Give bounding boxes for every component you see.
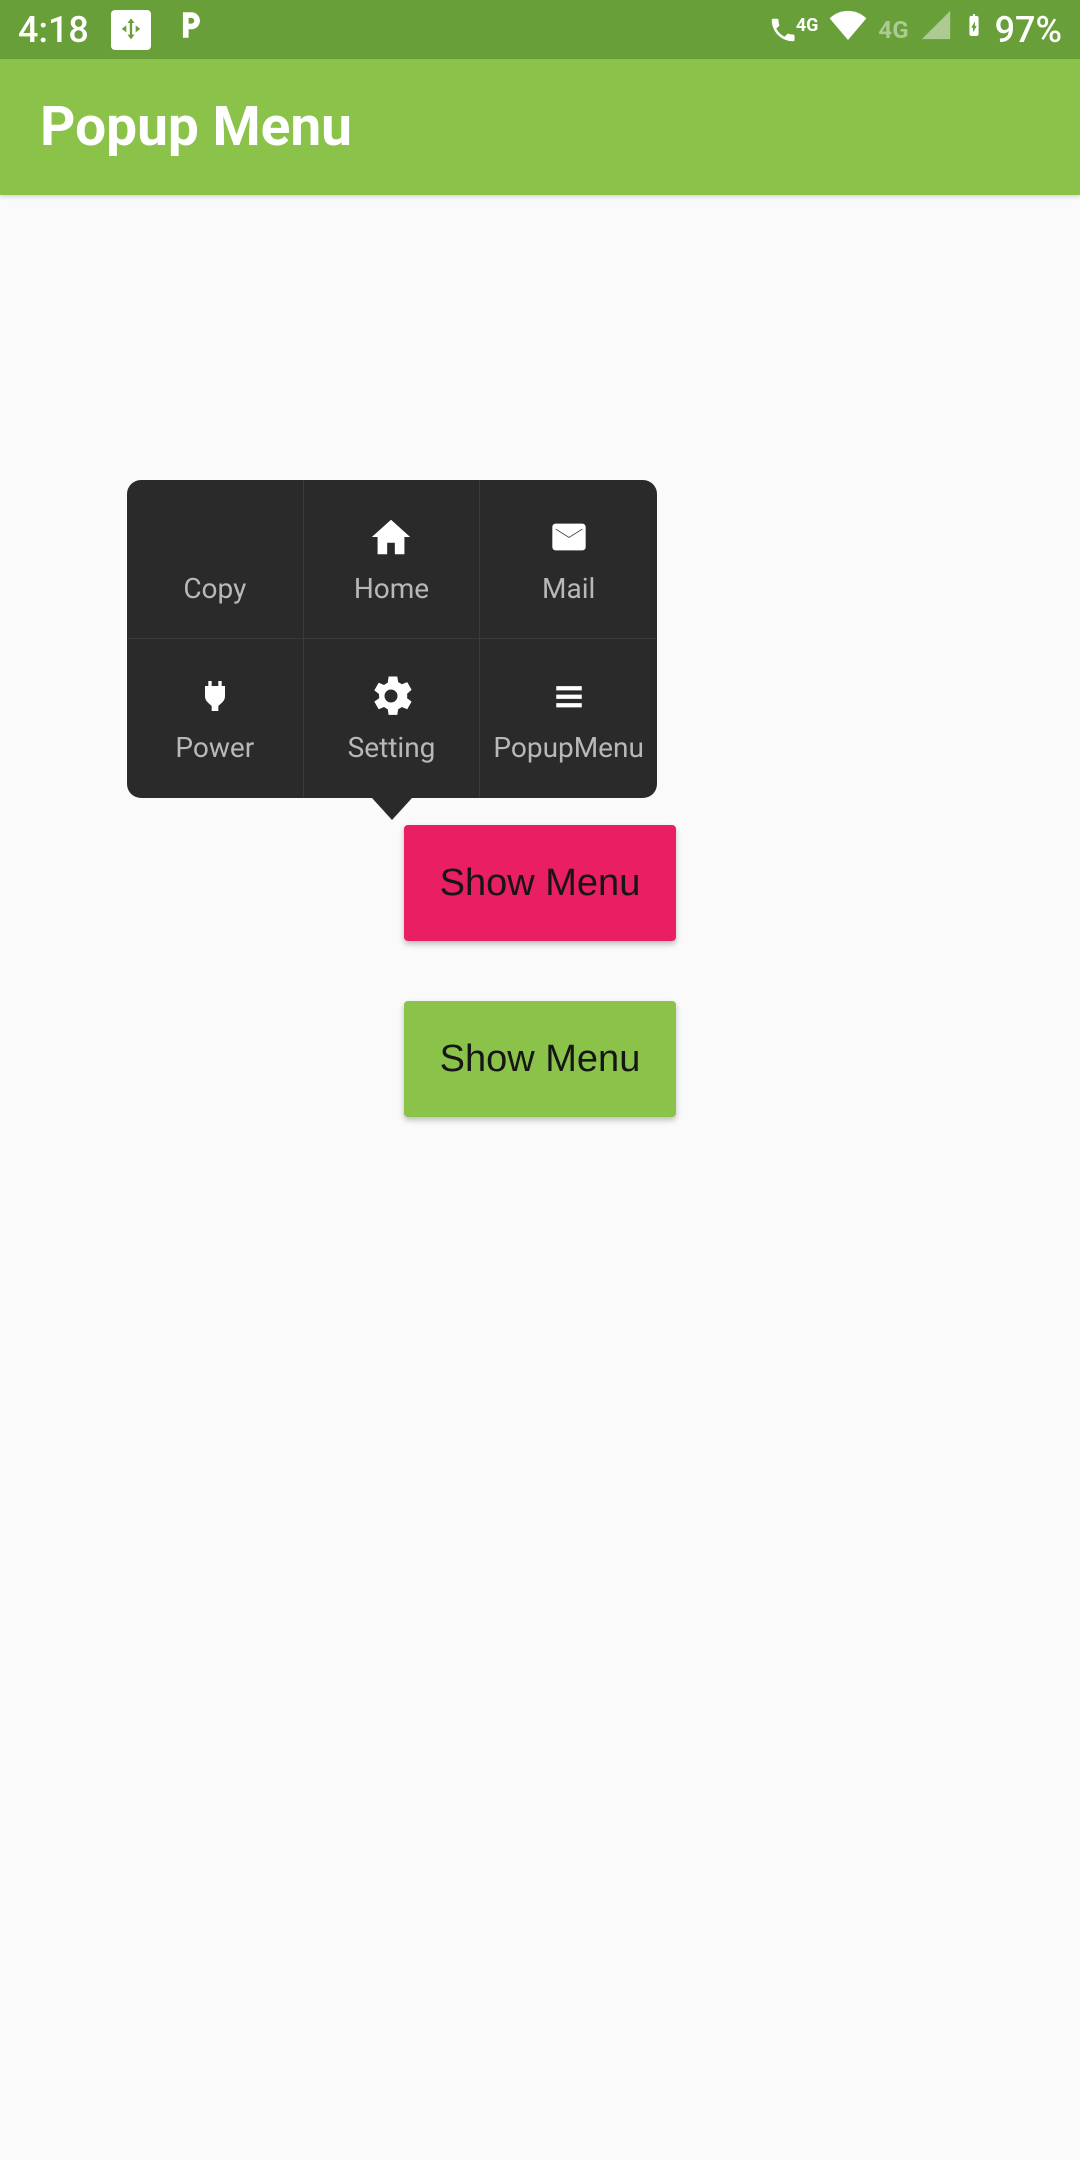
popup-item-label: Copy xyxy=(183,572,246,605)
popup-item-label: PopupMenu xyxy=(493,731,644,764)
gear-icon xyxy=(365,673,417,719)
empty-icon xyxy=(189,514,241,560)
popup-item-home[interactable]: Home xyxy=(304,480,481,639)
page-title: Popup Menu xyxy=(40,95,352,159)
popup-item-label: Setting xyxy=(348,731,436,764)
status-time: 4:18 xyxy=(18,9,89,51)
popup-item-setting[interactable]: Setting xyxy=(304,639,481,798)
popup-item-popupmenu[interactable]: PopupMenu xyxy=(480,639,657,798)
p-icon xyxy=(173,8,207,51)
show-menu-button-primary[interactable]: Show Menu xyxy=(404,825,677,941)
battery-charging-icon xyxy=(963,6,985,53)
app-bar: Popup Menu xyxy=(0,59,1080,195)
popup-menu: Copy Home Mail Power xyxy=(127,480,657,820)
battery-percent: 97% xyxy=(995,9,1062,51)
button-label: Show Menu xyxy=(440,862,641,905)
popup-item-mail[interactable]: Mail xyxy=(480,480,657,639)
status-right: 4G 4G 97% xyxy=(768,5,1062,54)
show-menu-button-secondary[interactable]: Show Menu xyxy=(404,1001,677,1117)
status-bar: 4:18 4G 4G 97% xyxy=(0,0,1080,59)
hamburger-icon xyxy=(543,673,595,719)
mail-icon xyxy=(543,514,595,560)
status-left: 4:18 xyxy=(18,8,207,51)
usb-icon xyxy=(111,10,151,50)
wifi-icon xyxy=(828,5,868,54)
signal-4g-dim: 4G xyxy=(878,16,908,44)
popup-item-label: Home xyxy=(354,572,429,605)
power-icon xyxy=(189,673,241,719)
volte-icon: 4G xyxy=(768,15,819,45)
popup-item-power[interactable]: Power xyxy=(127,639,304,798)
button-label: Show Menu xyxy=(440,1038,641,1081)
popup-item-copy[interactable]: Copy xyxy=(127,480,304,639)
content: Copy Home Mail Power xyxy=(0,195,1080,1117)
popup-item-label: Mail xyxy=(542,572,595,605)
popup-caret xyxy=(372,798,412,820)
signal-icon xyxy=(919,8,953,51)
popup-item-label: Power xyxy=(175,731,254,764)
home-icon xyxy=(365,514,417,560)
